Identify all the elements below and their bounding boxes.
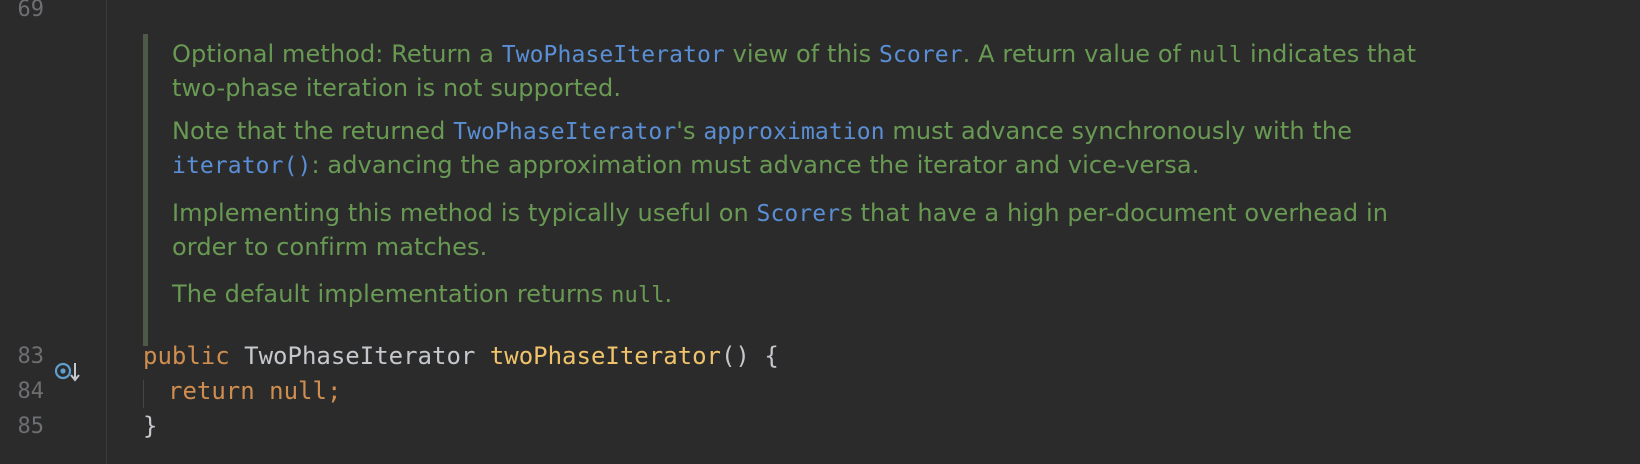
doc-code: null	[611, 283, 665, 308]
keyword: public	[143, 342, 230, 370]
doc-paragraph: Implementing this method is typically us…	[172, 199, 1389, 261]
line-number: 69	[17, 0, 45, 22]
doc-paragraph: The default implementation returns null.	[172, 280, 673, 308]
doc-link[interactable]: TwoPhaseIterator	[453, 119, 676, 145]
punctuation: () {	[720, 342, 779, 370]
doc-link[interactable]: Scorer	[757, 201, 841, 227]
line-number: 83	[17, 344, 45, 369]
method-name: twoPhaseIterator	[489, 342, 721, 370]
punctuation: }	[143, 412, 158, 440]
doc-paragraph: Note that the returned TwoPhaseIterator'…	[172, 117, 1353, 179]
keyword: return null;	[168, 377, 342, 405]
doc-link[interactable]: Scorer	[879, 42, 963, 68]
indent-guide	[143, 380, 144, 408]
code-line-84[interactable]: return null;	[168, 376, 341, 406]
code-line-85[interactable]: }	[143, 411, 157, 441]
line-number: 84	[17, 379, 45, 404]
gutter-separator	[106, 0, 107, 464]
doc-link[interactable]: approximation	[703, 119, 884, 145]
doc-code: null	[1188, 43, 1243, 68]
code-editor[interactable]: 69 83 84 85 Optional method: Return a Tw…	[0, 0, 1640, 464]
line-number: 85	[17, 414, 45, 439]
type-name: TwoPhaseIterator	[244, 342, 476, 370]
doc-link[interactable]: TwoPhaseIterator	[502, 42, 725, 68]
rendered-javadoc: Optional method: Return a TwoPhaseIterat…	[143, 34, 1448, 346]
doc-link[interactable]: iterator()	[172, 153, 311, 179]
override-method-icon[interactable]	[54, 360, 82, 386]
doc-paragraph: Optional method: Return a TwoPhaseIterat…	[172, 40, 1417, 102]
code-line-83[interactable]: public TwoPhaseIterator twoPhaseIterator…	[143, 341, 779, 371]
